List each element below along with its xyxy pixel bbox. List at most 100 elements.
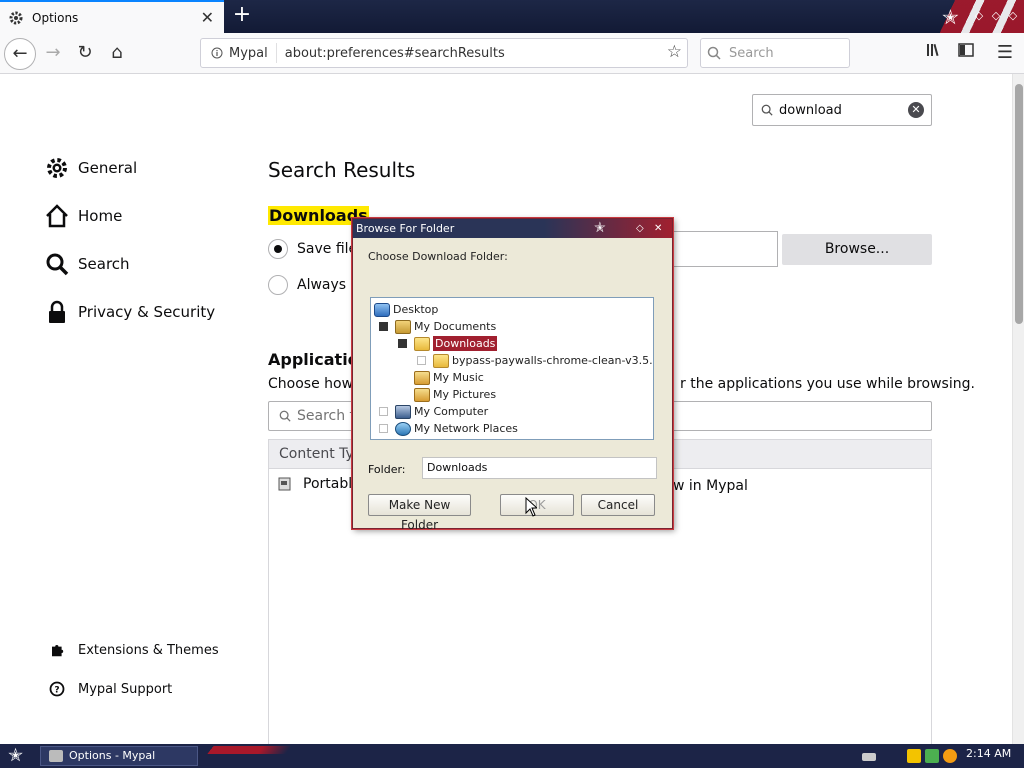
- folder-icon: [414, 336, 430, 351]
- maximize-window-icon[interactable]: ◇: [989, 9, 1003, 23]
- home-button[interactable]: ⌂: [105, 41, 129, 65]
- expand-toggle[interactable]: [379, 424, 388, 433]
- category-general[interactable]: General: [44, 154, 137, 182]
- back-button[interactable]: ←: [4, 38, 36, 70]
- sidebar-toggle-icon[interactable]: [954, 41, 978, 65]
- action-cell[interactable]: w in Mypal: [673, 478, 748, 494]
- dialog-close-icon[interactable]: ✕: [654, 219, 662, 238]
- reload-button[interactable]: ↻: [73, 41, 97, 65]
- new-tab-button[interactable]: +: [231, 4, 253, 28]
- dialog-prompt: Choose Download Folder:: [368, 250, 508, 263]
- collapse-toggle[interactable]: [379, 322, 388, 331]
- scrollbar-thumb[interactable]: [1015, 84, 1023, 324]
- tree-item-label: Desktop: [393, 303, 439, 316]
- url-text[interactable]: about:preferences#searchResults: [285, 46, 505, 61]
- browser-app-icon: [49, 750, 63, 762]
- dialog-titlebar[interactable]: Browse For Folder ✭ ◇ ✕: [353, 219, 672, 238]
- minimize-window-icon[interactable]: ◇: [972, 9, 986, 23]
- web-search-placeholder: Search: [729, 45, 774, 61]
- search-icon: [707, 46, 721, 60]
- tree-item-label: Downloads: [431, 335, 499, 352]
- expand-toggle[interactable]: [417, 356, 426, 365]
- close-tab-icon[interactable]: ✕: [201, 8, 214, 27]
- save-files-radio[interactable]: [268, 239, 288, 259]
- window-menu-star-icon[interactable]: ✭: [942, 5, 959, 29]
- make-new-folder-button[interactable]: Make New Folder: [368, 494, 471, 532]
- tree-item-bypass-paywalls[interactable]: bypass-paywalls-chrome-clean-v3.5.3.0: [417, 352, 653, 369]
- save-files-option[interactable]: Save files: [268, 239, 364, 259]
- folder-input[interactable]: Downloads: [422, 457, 657, 479]
- search-icon: [279, 410, 291, 422]
- music-folder-icon: [414, 370, 430, 385]
- search-icon: [46, 253, 69, 276]
- dialog-title: Browse For Folder: [356, 222, 455, 235]
- category-label: General: [78, 159, 138, 177]
- shield-tray-icon[interactable]: [907, 749, 921, 763]
- gear-icon: [47, 158, 67, 178]
- identity-label: Mypal: [229, 45, 268, 61]
- tree-item-my-network-places[interactable]: My Network Places: [379, 420, 518, 437]
- category-label: Search: [78, 255, 130, 273]
- category-home[interactable]: Home: [44, 202, 122, 230]
- tree-item-my-computer[interactable]: My Computer: [379, 403, 488, 420]
- clear-search-icon[interactable]: ✕: [908, 102, 924, 118]
- taskbar-window-label: Options - Mypal: [69, 749, 156, 762]
- close-window-icon[interactable]: ◇: [1006, 9, 1020, 23]
- dialog-menu-star-icon[interactable]: ✭: [594, 219, 606, 238]
- library-icon[interactable]: [922, 41, 946, 65]
- folder-icon: [433, 353, 449, 368]
- network-tray-icon[interactable]: [925, 749, 939, 763]
- tree-item-my-pictures[interactable]: My Pictures: [414, 386, 496, 403]
- pictures-folder-icon: [414, 387, 430, 402]
- expand-toggle[interactable]: [379, 407, 388, 416]
- tab-options[interactable]: Options ✕: [0, 0, 224, 33]
- start-menu-star-icon[interactable]: ✭: [8, 745, 23, 767]
- site-identity-button[interactable]: Mypal: [201, 43, 277, 63]
- gear-icon: [9, 11, 23, 24]
- browse-for-folder-dialog: Browse For Folder ✭ ◇ ✕ Choose Download …: [352, 218, 673, 532]
- help-icon: ?: [49, 681, 65, 697]
- hamburger-menu-icon[interactable]: ☰: [993, 41, 1017, 65]
- mouse-cursor-icon: [525, 497, 537, 517]
- svg-text:?: ?: [54, 686, 59, 696]
- search-tray-icon[interactable]: [943, 749, 957, 763]
- collapse-toggle[interactable]: [398, 339, 407, 348]
- puzzle-piece-icon: [52, 645, 64, 657]
- tree-item-desktop[interactable]: Desktop: [374, 301, 438, 318]
- tree-item-label: My Pictures: [433, 388, 497, 401]
- tree-item-my-music[interactable]: My Music: [414, 369, 484, 386]
- download-folder-field: [668, 231, 778, 267]
- always-ask-radio[interactable]: [268, 275, 288, 295]
- clock[interactable]: 2:14 AM: [966, 747, 1011, 760]
- forward-button[interactable]: →: [41, 41, 65, 65]
- url-bar[interactable]: Mypal about:preferences#searchResults ☆: [200, 38, 688, 68]
- tree-item-downloads[interactable]: Downloads: [398, 335, 499, 352]
- page-title: Search Results: [268, 158, 416, 182]
- table-row[interactable]: Portable: [277, 476, 361, 492]
- tree-item-label: My Computer: [414, 405, 489, 418]
- cancel-button[interactable]: Cancel: [581, 494, 655, 516]
- category-label: Mypal Support: [78, 681, 173, 697]
- bookmark-star-icon[interactable]: ☆: [667, 42, 682, 62]
- browse-button[interactable]: Browse...: [782, 234, 932, 265]
- web-search-input[interactable]: Search: [700, 38, 850, 68]
- navigation-toolbar: ← → ↻ ⌂ Mypal about:preferences#searchRe…: [0, 33, 1024, 74]
- applications-description-end: r the applications you use while browsin…: [680, 376, 975, 392]
- category-search[interactable]: Search: [44, 250, 130, 278]
- extensions-themes-link[interactable]: Extensions & Themes: [44, 636, 219, 664]
- category-privacy-security[interactable]: Privacy & Security: [44, 298, 215, 326]
- keyboard-tray-icon[interactable]: [862, 753, 876, 761]
- dialog-maximize-icon[interactable]: ◇: [636, 219, 644, 238]
- page-scrollbar[interactable]: [1012, 74, 1024, 744]
- home-icon: [46, 204, 68, 228]
- support-link[interactable]: ? Mypal Support: [44, 675, 172, 703]
- preferences-search-input[interactable]: download ✕: [752, 94, 932, 126]
- taskbar-decoration: [197, 746, 313, 754]
- computer-icon: [395, 404, 411, 419]
- folder-tree[interactable]: Desktop My Documents Downloads bypass-pa…: [370, 297, 654, 440]
- ok-button[interactable]: OK: [500, 494, 574, 516]
- preferences-search-value: download: [779, 102, 842, 118]
- tab-title: Options: [32, 10, 79, 25]
- taskbar-window-button[interactable]: Options - Mypal: [40, 746, 198, 766]
- tree-item-my-documents[interactable]: My Documents: [379, 318, 496, 335]
